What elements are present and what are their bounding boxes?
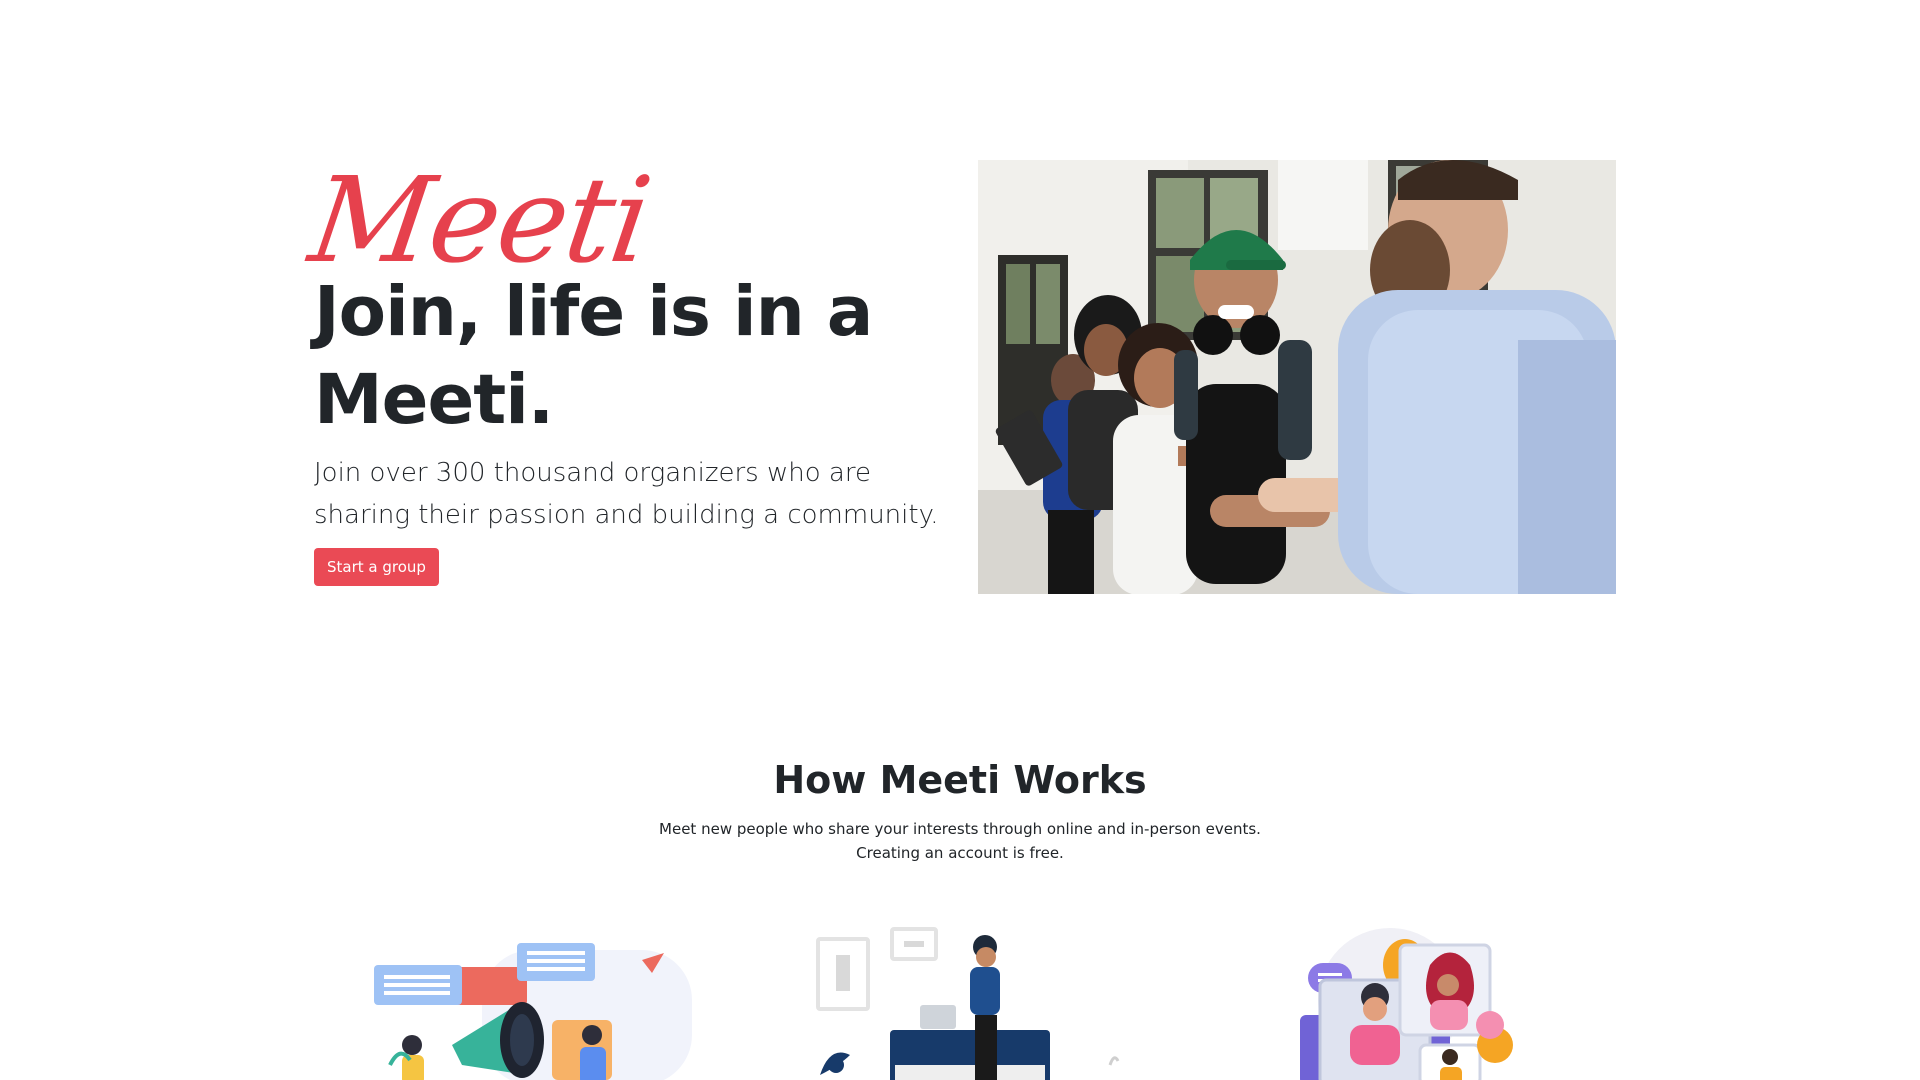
hero-headline: Join, life is in a Meeti. [314,272,873,440]
hero-photo [978,160,1616,594]
start-group-button[interactable]: Start a group [314,548,439,586]
video-call-illustration-icon [1290,925,1630,1080]
people-handshake-photo-icon [978,160,1616,594]
brand-logo: Meeti [302,151,658,289]
megaphone-illustration-icon [352,925,692,1080]
hero-section: Meeti Join, life is in a Meeti. Join ove… [302,151,1616,600]
how-it-works-section: How Meeti Works Meet new people who shar… [0,755,1920,865]
how-title: How Meeti Works [773,758,1147,802]
hero-lead: Join over 300 thousand organizers who ar… [314,458,939,530]
how-description: Meet new people who share your interests… [659,820,1261,862]
workspace-illustration-icon [800,925,1140,1080]
